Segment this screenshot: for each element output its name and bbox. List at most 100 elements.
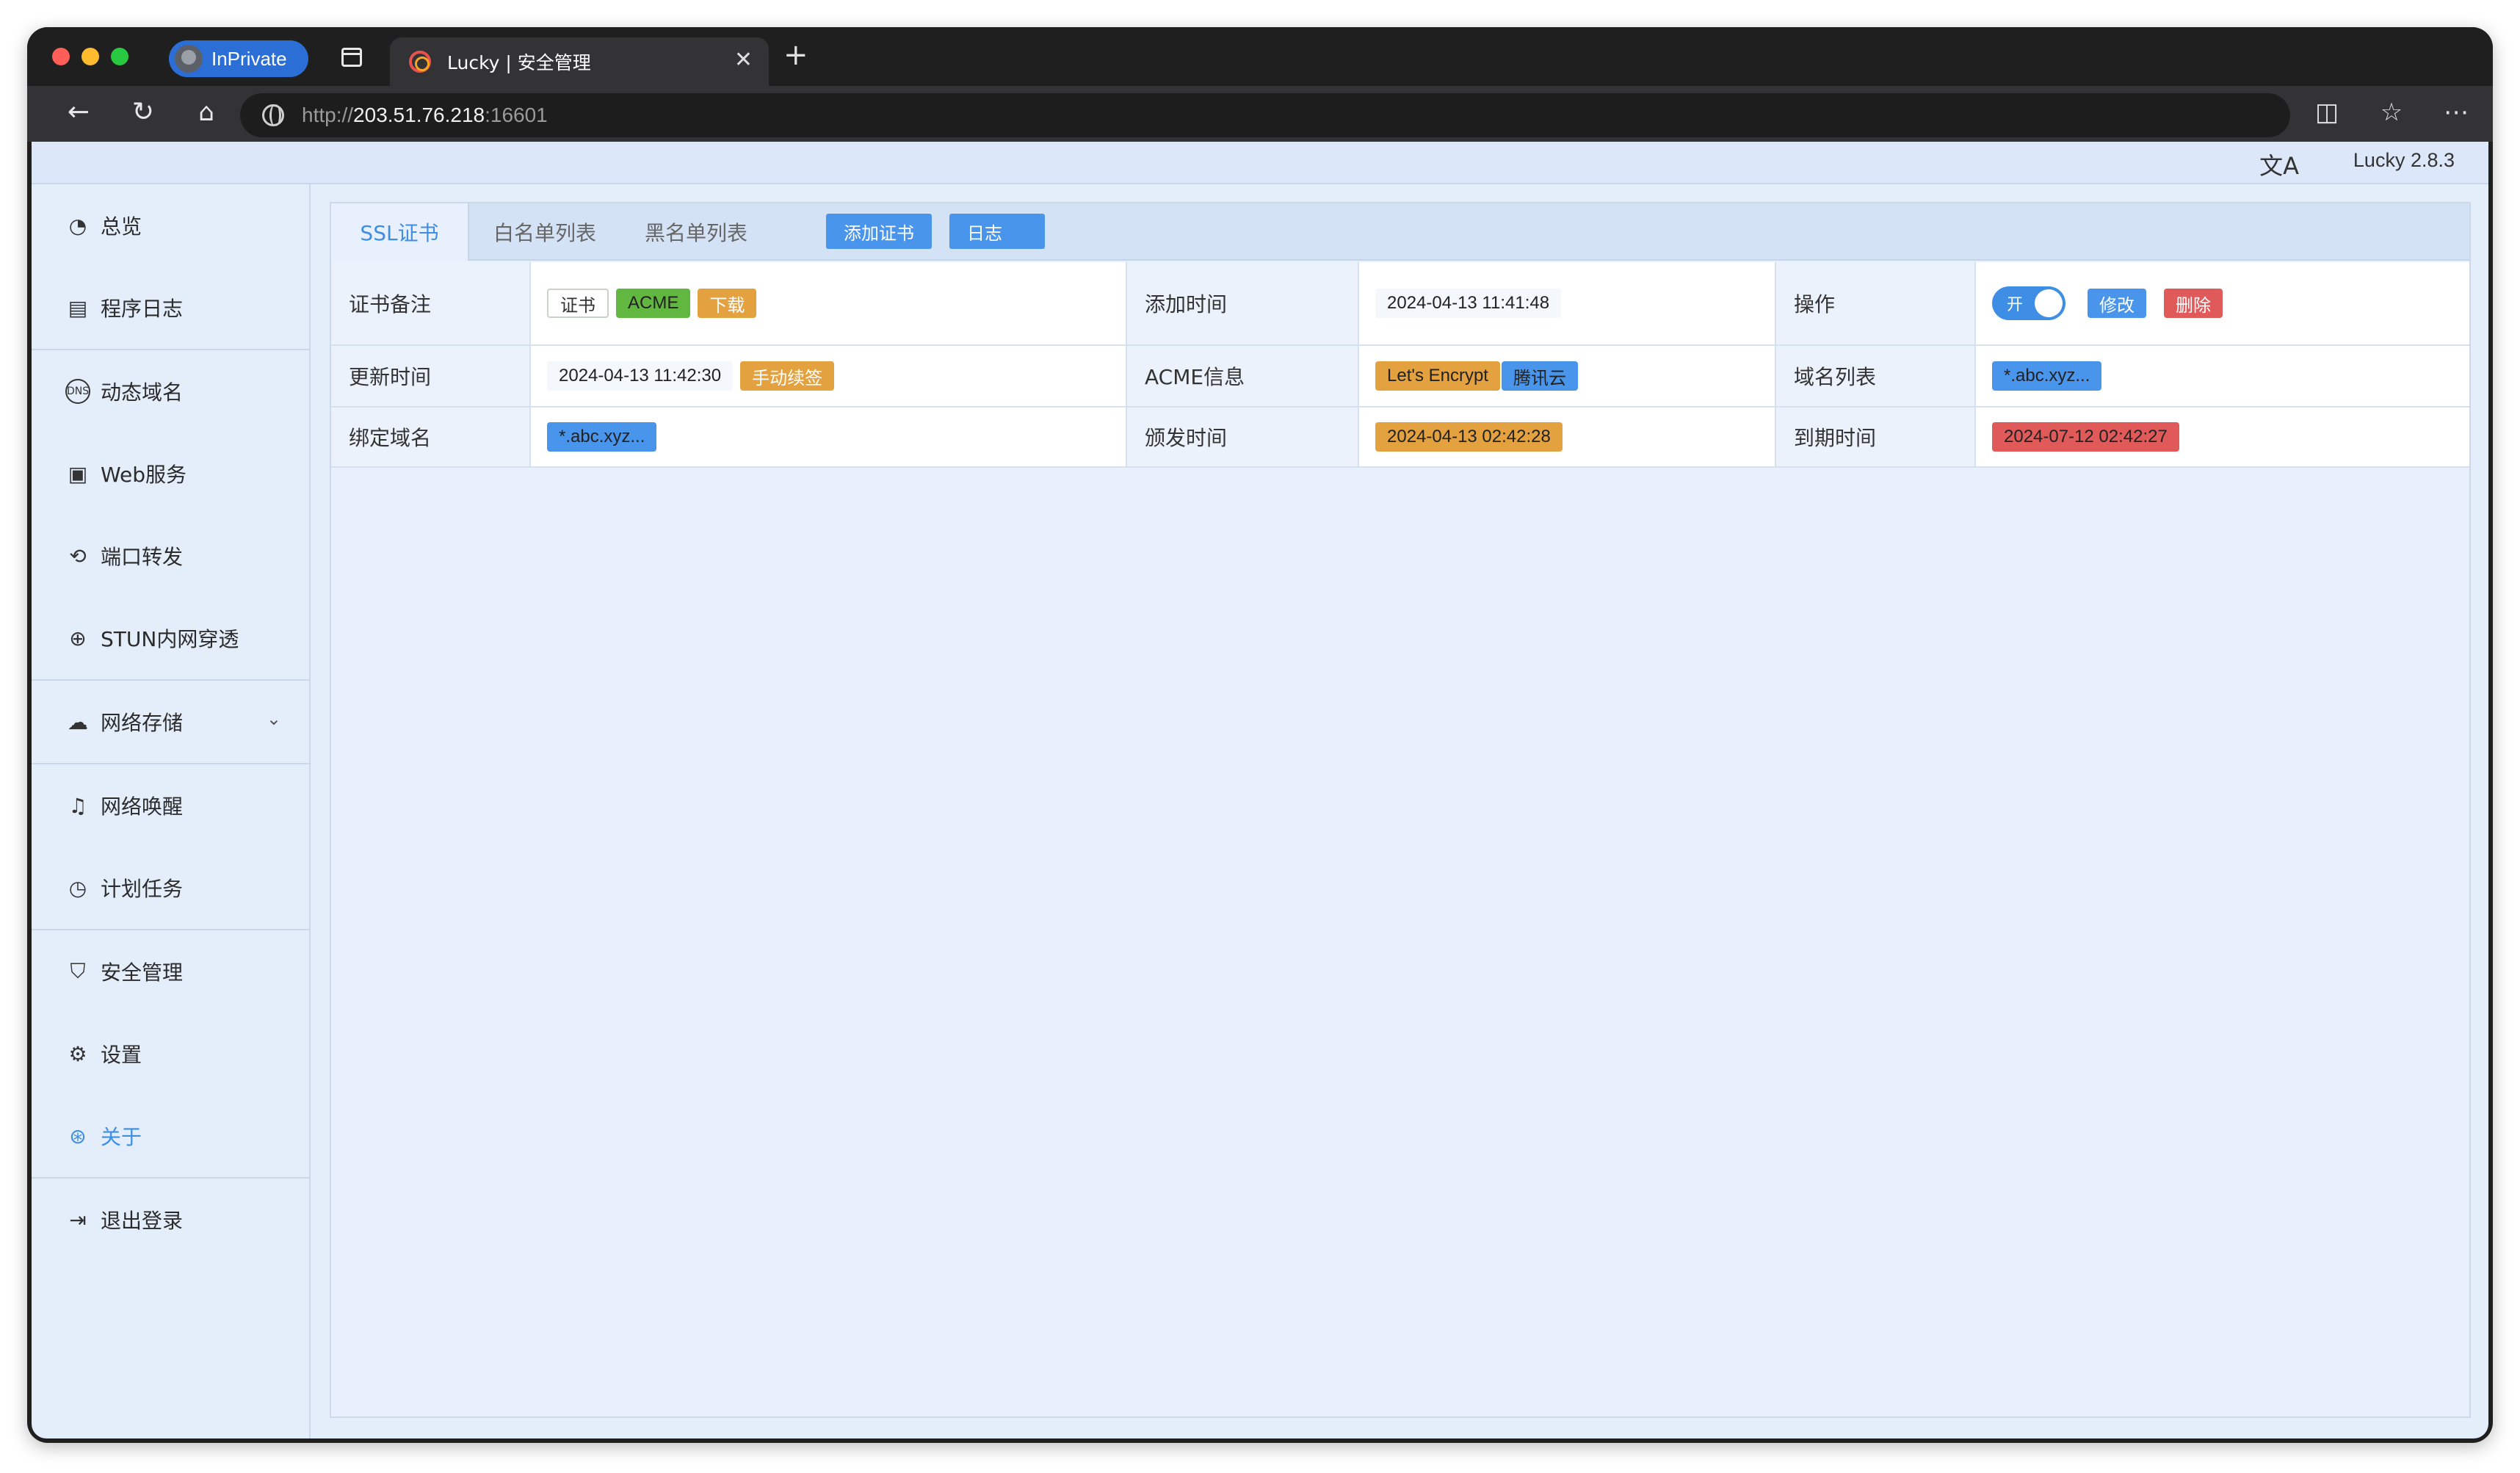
split-screen-icon[interactable]: ◫ — [2311, 98, 2343, 127]
tab-title: Lucky | 安全管理 — [447, 52, 591, 73]
sidebar-item-security[interactable]: ⛉ 安全管理 — [32, 930, 311, 1013]
delete-button[interactable]: 删除 — [2164, 289, 2223, 318]
log-button[interactable]: 日志 — [949, 214, 1045, 249]
cloud-icon: ☁ — [68, 709, 88, 734]
bell-icon: ♫ — [68, 793, 87, 818]
close-window-button[interactable] — [52, 48, 70, 65]
download-button[interactable]: 下载 — [698, 289, 757, 318]
tab-blacklist[interactable]: 黑名单列表 — [620, 203, 772, 261]
refresh-icon[interactable]: ↻ — [127, 98, 159, 127]
sidebar-item-logs[interactable]: ▤ 程序日志 — [32, 267, 311, 349]
expire-time-cell: 2024-07-12 02:42:27 — [1976, 408, 2469, 466]
security-panel: SSL证书 白名单列表 黑名单列表 添加证书 日志 证书备注 证书 ACME 下… — [330, 202, 2471, 1418]
log-icon: ▤ — [68, 295, 88, 320]
favicon-icon — [409, 51, 431, 73]
add-time-cell: 2024-04-13 11:41:48 — [1359, 262, 1776, 344]
sidebar-item-label: 网络唤醒 — [101, 795, 184, 819]
label-add-time: 添加时间 — [1127, 262, 1359, 344]
dns-icon: DNS — [65, 379, 90, 404]
label-bound-domain: 绑定域名 — [331, 408, 531, 466]
panel-tabs: SSL证书 白名单列表 黑名单列表 添加证书 日志 — [331, 203, 2469, 261]
sidebar-item-wol[interactable]: ♫ 网络唤醒 — [32, 764, 311, 847]
gear-icon: ⚙ — [68, 1041, 87, 1066]
table-row: 证书备注 证书 ACME 下载 添加时间 2024-04-13 11:41:48… — [331, 262, 2469, 346]
sidebar-item-logout[interactable]: ⇥ 退出登录 — [32, 1179, 311, 1261]
tab-actions-icon[interactable] — [341, 48, 362, 67]
cert-enable-toggle[interactable]: 开 — [1992, 286, 2065, 320]
logout-icon: ⇥ — [69, 1207, 87, 1232]
sidebar-item-tasks[interactable]: ◷ 计划任务 — [32, 847, 311, 929]
label-domain-list: 域名列表 — [1776, 346, 1976, 406]
bound-domain-cell: *.abc.xyz... — [531, 408, 1127, 466]
table-row: 更新时间 2024-04-13 11:42:30 手动续签 ACME信息 Let… — [331, 346, 2469, 408]
acme-tag: ACME — [616, 289, 691, 318]
sidebar-item-label: 端口转发 — [101, 545, 184, 569]
tab-whitelist[interactable]: 白名单列表 — [469, 203, 620, 261]
label-expire-time: 到期时间 — [1776, 408, 1976, 466]
cert-remark-tag: 证书 — [547, 289, 609, 318]
back-arrow-icon[interactable]: ← — [62, 98, 95, 127]
close-tab-icon[interactable]: ✕ — [734, 49, 753, 71]
sidebar: ◔ 总览 ▤ 程序日志 DNS 动态域名 ▣ Web服务 ⟲ 端口转发 ⊕ ST… — [32, 184, 311, 1438]
label-issue-time: 颁发时间 — [1127, 408, 1359, 466]
sidebar-item-label: 网络存储 — [101, 711, 184, 735]
label-acme-info: ACME信息 — [1127, 346, 1359, 406]
cert-remark-cell: 证书 ACME 下载 — [531, 262, 1127, 344]
address-bar[interactable]: http:// 203.51.76.218 :16601 — [240, 93, 2290, 137]
label-update-time: 更新时间 — [331, 346, 531, 406]
favorites-star-icon[interactable]: ☆ — [2375, 98, 2408, 127]
sidebar-item-label: 关于 — [101, 1125, 142, 1149]
table-row: 绑定域名 *.abc.xyz... 颁发时间 2024-04-13 02:42:… — [331, 408, 2469, 468]
home-icon[interactable]: ⌂ — [190, 98, 222, 127]
acme-info-cell: Let's Encrypt 腾讯云 — [1359, 346, 1776, 406]
update-time-value: 2024-04-13 11:42:30 — [547, 361, 734, 391]
dns-provider-tag: 腾讯云 — [1501, 361, 1578, 391]
sidebar-item-label: 程序日志 — [101, 297, 184, 321]
browser-window: InPrivate Lucky | 安全管理 ✕ + ← ↻ ⌂ http://… — [27, 27, 2493, 1443]
sidebar-item-storage[interactable]: ☁ 网络存储 ⌄ — [32, 681, 311, 763]
inprivate-label: InPrivate — [211, 47, 287, 70]
url-host: 203.51.76.218 — [353, 104, 485, 126]
app-version: Lucky 2.8.3 — [2353, 149, 2455, 171]
tab-ssl-cert[interactable]: SSL证书 — [331, 203, 469, 261]
update-time-cell: 2024-04-13 11:42:30 手动续签 — [531, 346, 1127, 406]
sidebar-item-ddns[interactable]: DNS 动态域名 — [32, 350, 311, 433]
forward-icon: ⟲ — [69, 543, 87, 568]
sidebar-item-label: 设置 — [101, 1043, 142, 1067]
more-menu-icon[interactable]: ⋯ — [2440, 98, 2472, 127]
minimize-window-button[interactable] — [82, 48, 99, 65]
sidebar-item-label: 总览 — [101, 214, 142, 239]
inprivate-profile-button[interactable]: InPrivate — [169, 40, 308, 77]
label-cert-remark: 证书备注 — [331, 262, 531, 344]
sidebar-item-port-forward[interactable]: ⟲ 端口转发 — [32, 515, 311, 597]
add-cert-button[interactable]: 添加证书 — [826, 214, 932, 249]
chevron-down-icon: ⌄ — [266, 709, 281, 729]
domain-list-tag: *.abc.xyz... — [1992, 361, 2102, 391]
toggle-label: 开 — [2007, 296, 2024, 314]
url-port: :16601 — [485, 104, 548, 126]
sidebar-item-label: 计划任务 — [101, 877, 184, 901]
sidebar-item-stun[interactable]: ⊕ STUN内网穿透 — [32, 597, 311, 679]
browser-tab-active[interactable]: Lucky | 安全管理 ✕ — [390, 37, 769, 86]
sidebar-item-settings[interactable]: ⚙ 设置 — [32, 1013, 311, 1095]
new-tab-button[interactable]: + — [783, 40, 808, 70]
sidebar-item-web[interactable]: ▣ Web服务 — [32, 433, 311, 515]
sidebar-item-overview[interactable]: ◔ 总览 — [32, 184, 311, 267]
operation-cell: 开 修改 删除 — [1976, 262, 2469, 344]
sidebar-item-about[interactable]: ⊛ 关于 — [32, 1095, 311, 1177]
clock-icon: ◷ — [68, 875, 87, 900]
about-icon: ⊛ — [69, 1123, 87, 1148]
issue-time-cell: 2024-04-13 02:42:28 — [1359, 408, 1776, 466]
edit-button[interactable]: 修改 — [2088, 289, 2146, 318]
app-header: 文A Lucky 2.8.3 — [32, 142, 2488, 184]
sidebar-item-label: 退出登录 — [101, 1209, 184, 1233]
label-operation: 操作 — [1776, 262, 1976, 344]
maximize-window-button[interactable] — [111, 48, 128, 65]
tab-bar: InPrivate Lucky | 安全管理 ✕ + — [27, 27, 2493, 86]
manual-renew-button[interactable]: 手动续签 — [740, 361, 835, 391]
bound-domain-tag: *.abc.xyz... — [547, 422, 657, 452]
translate-icon[interactable]: 文A — [2259, 148, 2299, 181]
acme-provider-tag: Let's Encrypt — [1375, 361, 1500, 391]
add-time-value: 2024-04-13 11:41:48 — [1375, 289, 1562, 318]
toggle-knob — [2035, 289, 2063, 317]
